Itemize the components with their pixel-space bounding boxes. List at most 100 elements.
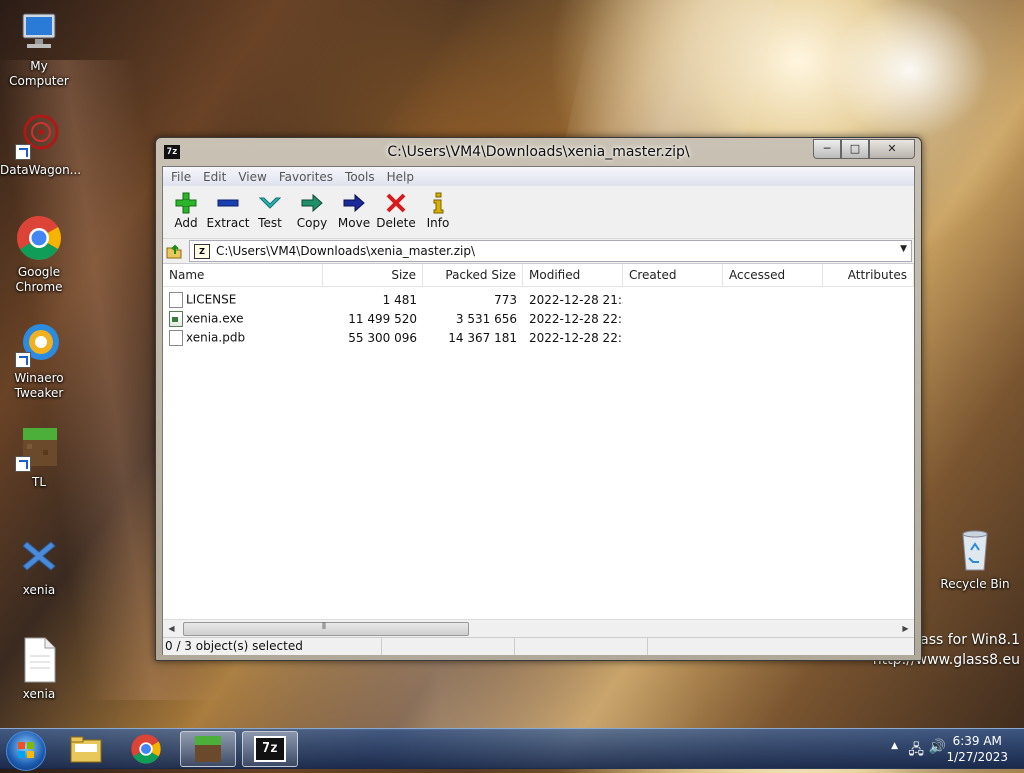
network-icon[interactable]: 🖧 bbox=[908, 739, 924, 763]
delete-label: Delete bbox=[376, 216, 416, 230]
column-name[interactable]: Name bbox=[163, 264, 323, 286]
desktop-icon-label: Winaero Tweaker bbox=[14, 371, 64, 400]
desktop-icon-label: xenia bbox=[22, 687, 56, 701]
desktop-icon-google-chrome[interactable]: Google Chrome bbox=[0, 214, 78, 295]
delete-button[interactable]: Delete bbox=[375, 186, 417, 238]
file-size: 1 481 bbox=[382, 292, 417, 307]
title-bar[interactable]: 7z C:\Users\VM4\Downloads\xenia_master.z… bbox=[156, 138, 921, 166]
shortcut-arrow-icon bbox=[15, 456, 31, 472]
winaero-icon bbox=[15, 320, 63, 368]
scroll-thumb[interactable]: ⦀ bbox=[183, 622, 469, 636]
file-name: LICENSE bbox=[186, 292, 237, 306]
window-title: C:\Users\VM4\Downloads\xenia_master.zip\ bbox=[387, 144, 690, 160]
desktop-icon-winaero-tweaker[interactable]: Winaero Tweaker bbox=[0, 320, 78, 401]
desktop-icon-recycle-bin[interactable]: Recycle Bin bbox=[936, 526, 1014, 592]
desktop-icon-xenia[interactable]: xenia bbox=[0, 532, 78, 598]
desktop-icon-tl[interactable]: TL bbox=[0, 424, 78, 490]
xenia-icon bbox=[15, 532, 63, 580]
taskbar-explorer[interactable] bbox=[58, 731, 114, 767]
clock-time: 6:39 AM bbox=[952, 734, 1002, 748]
extract-label: Extract bbox=[206, 216, 250, 230]
desktop-icon-label: My Computer bbox=[9, 59, 69, 88]
info-label: Info bbox=[426, 216, 450, 230]
minimize-button[interactable]: ─ bbox=[813, 139, 841, 159]
desktop-icon-label: DataWagon... bbox=[0, 163, 82, 177]
status-cell-3 bbox=[515, 638, 648, 655]
up-folder-button[interactable] bbox=[163, 240, 185, 262]
scroll-left-icon[interactable]: ◀ bbox=[163, 620, 180, 637]
file-size: 55 300 096 bbox=[348, 330, 417, 345]
horizontal-scrollbar[interactable]: ◀ ⦀ ▶ bbox=[163, 619, 914, 637]
file-row-license[interactable]: LICENSE 1 481 773 2022-12-28 21:51 bbox=[163, 290, 914, 309]
extract-icon bbox=[216, 192, 240, 214]
column-created[interactable]: Created bbox=[623, 264, 723, 286]
file-name: xenia.exe bbox=[186, 311, 244, 325]
menu-edit[interactable]: Edit bbox=[197, 170, 232, 184]
column-packed-size[interactable]: Packed Size bbox=[423, 264, 523, 286]
folder-icon bbox=[70, 736, 102, 763]
extract-button[interactable]: Extract bbox=[206, 186, 250, 238]
move-label: Move bbox=[337, 216, 371, 230]
desktop-icon-label: xenia bbox=[22, 583, 56, 597]
chrome-icon bbox=[15, 214, 63, 262]
file-icon bbox=[169, 291, 183, 308]
address-combobox[interactable]: Z C:\Users\VM4\Downloads\xenia_master.zi… bbox=[189, 240, 912, 262]
file-row-xenia-pdb[interactable]: xenia.pdb 55 300 096 14 367 181 2022-12-… bbox=[163, 328, 914, 347]
computer-icon bbox=[15, 8, 63, 56]
status-bar: 0 / 3 object(s) selected bbox=[163, 637, 914, 655]
copy-icon bbox=[300, 192, 324, 214]
grip-icon: ⦀ bbox=[322, 622, 326, 632]
file-packed-size: 3 531 656 bbox=[455, 311, 517, 326]
taskbar-minecraft[interactable] bbox=[180, 731, 236, 767]
menu-help[interactable]: Help bbox=[381, 170, 420, 184]
taskbar: 7z ▲ 🖧 🔊 6:39 AM 1/27/2023 bbox=[0, 728, 1024, 771]
column-accessed[interactable]: Accessed bbox=[723, 264, 823, 286]
7zip-window[interactable]: 7z C:\Users\VM4\Downloads\xenia_master.z… bbox=[155, 137, 922, 661]
move-button[interactable]: Move bbox=[333, 186, 375, 238]
text-file-icon bbox=[15, 636, 63, 684]
copy-label: Copy bbox=[296, 216, 328, 230]
menu-file[interactable]: File bbox=[165, 170, 197, 184]
file-modified: 2022-12-28 22:17 bbox=[529, 311, 623, 326]
status-cell-2 bbox=[382, 638, 515, 655]
file-name: xenia.pdb bbox=[186, 330, 246, 344]
maximize-button[interactable]: □ bbox=[841, 139, 869, 159]
address-bar: Z C:\Users\VM4\Downloads\xenia_master.zi… bbox=[163, 239, 914, 264]
desktop-icon-my-computer[interactable]: My Computer bbox=[0, 8, 78, 89]
scroll-right-icon[interactable]: ▶ bbox=[897, 620, 914, 637]
volume-icon[interactable]: 🔊 bbox=[929, 739, 946, 755]
file-packed-size: 14 367 181 bbox=[448, 330, 517, 345]
datawagon-icon bbox=[15, 112, 63, 160]
desktop-icon-datawagon[interactable]: DataWagon... bbox=[0, 112, 82, 178]
start-button[interactable] bbox=[6, 731, 46, 771]
clock[interactable]: 6:39 AM 1/27/2023 bbox=[946, 733, 1008, 765]
menu-tools[interactable]: Tools bbox=[339, 170, 381, 184]
chevron-down-icon[interactable]: ▼ bbox=[900, 244, 907, 254]
test-icon bbox=[258, 192, 282, 214]
close-button[interactable]: ✕ bbox=[869, 139, 915, 159]
show-hidden-icons-icon[interactable]: ▲ bbox=[891, 741, 898, 751]
chrome-icon bbox=[131, 734, 161, 764]
taskbar-7zip[interactable]: 7z bbox=[242, 731, 298, 767]
copy-button[interactable]: Copy bbox=[291, 186, 333, 238]
column-size[interactable]: Size bbox=[323, 264, 423, 286]
menu-view[interactable]: View bbox=[232, 170, 272, 184]
column-modified[interactable]: Modified bbox=[523, 264, 623, 286]
info-button[interactable]: Info bbox=[417, 186, 459, 238]
menu-favorites[interactable]: Favorites bbox=[273, 170, 339, 184]
desktop-icon-xenia-file[interactable]: xenia bbox=[0, 636, 78, 702]
shortcut-arrow-icon bbox=[15, 144, 31, 160]
windows-logo-icon bbox=[18, 742, 34, 758]
test-button[interactable]: Test bbox=[249, 186, 291, 238]
file-icon bbox=[169, 329, 183, 346]
window-client: File Edit View Favorites Tools Help Add … bbox=[162, 166, 915, 655]
delete-icon bbox=[384, 192, 408, 214]
column-attributes[interactable]: Attributes bbox=[823, 264, 914, 286]
toolbar: Add Extract Test Copy Move Delete Info bbox=[163, 186, 914, 239]
taskbar-chrome[interactable] bbox=[118, 731, 174, 767]
file-list[interactable]: Name Size Packed Size Modified Created A… bbox=[163, 264, 914, 619]
zip-archive-icon: Z bbox=[194, 243, 210, 259]
watermark-line1: Glass for Win8.1 bbox=[905, 632, 1020, 648]
file-row-xenia-exe[interactable]: xenia.exe 11 499 520 3 531 656 2022-12-2… bbox=[163, 309, 914, 328]
add-button[interactable]: Add bbox=[165, 186, 207, 238]
